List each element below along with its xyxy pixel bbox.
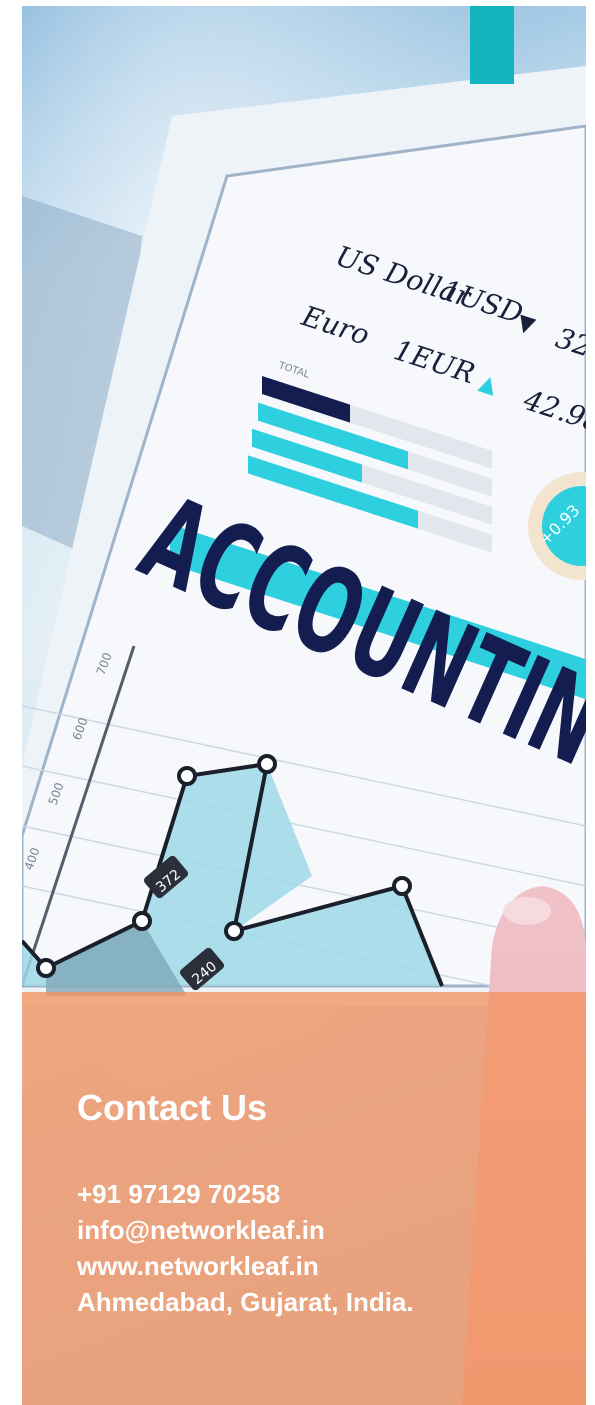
contact-phone[interactable]: +91 97129 70258 (77, 1176, 414, 1212)
contact-website[interactable]: www.networkleaf.in (77, 1248, 414, 1284)
contact-section: Contact Us +91 97129 70258 info@networkl… (77, 1086, 414, 1320)
chart-point (36, 958, 56, 978)
accent-tab (470, 6, 514, 84)
chart-point (257, 754, 277, 774)
chart-point (392, 876, 412, 896)
contact-email[interactable]: info@networkleaf.in (77, 1212, 414, 1248)
chart-point (224, 921, 244, 941)
chart-point (132, 911, 152, 931)
contact-title: Contact Us (77, 1087, 268, 1128)
contact-address: Ahmedabad, Gujarat, India. (77, 1287, 414, 1317)
fingernail (503, 897, 551, 925)
contact-card: US Dollar 1USD ▼ 32. Euro 1EUR ▲ 42.984 … (22, 6, 586, 1405)
chart-point (177, 766, 197, 786)
